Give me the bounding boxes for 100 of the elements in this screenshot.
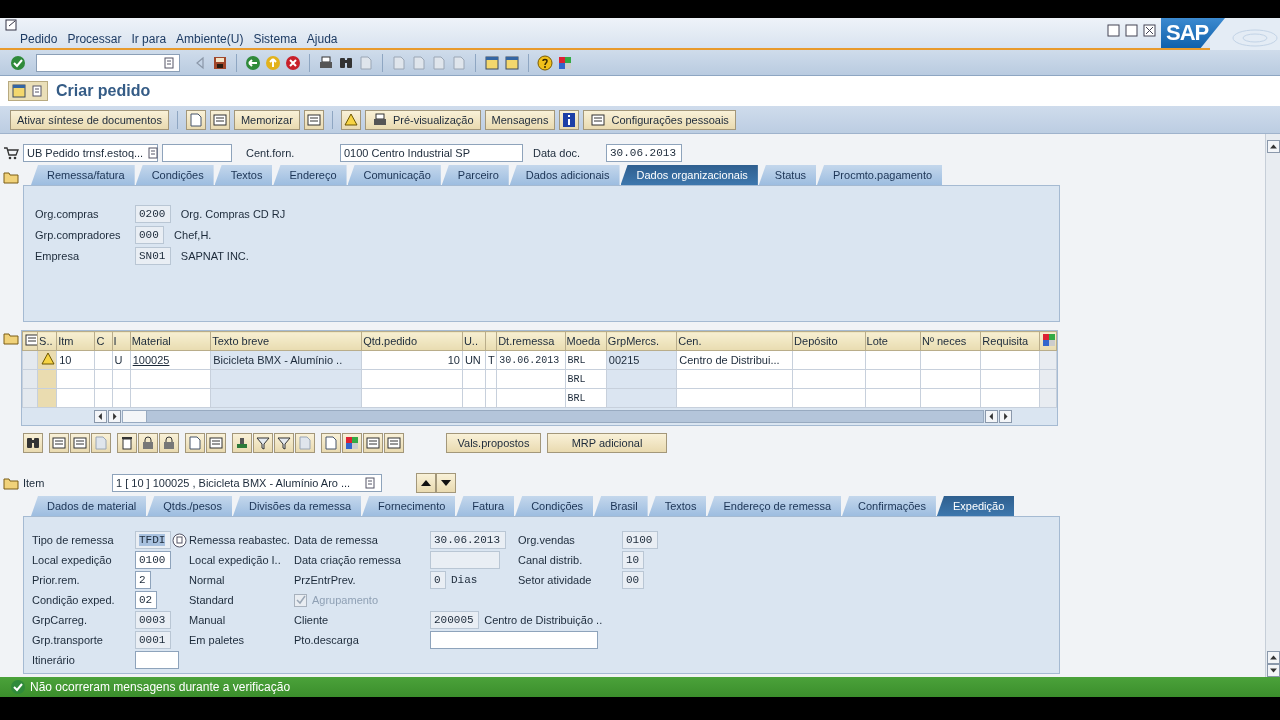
input-field[interactable]	[430, 631, 598, 649]
list-button[interactable]	[363, 433, 383, 453]
tab[interactable]: Endereço	[273, 165, 347, 185]
tab[interactable]: Dados de material	[31, 496, 147, 516]
toolbar-button[interactable]: Ativar síntese de documentos	[10, 109, 169, 130]
date-field[interactable]: 30.06.2013	[606, 144, 682, 162]
input-field[interactable]: 0100	[622, 531, 658, 549]
tab[interactable]: Divisões da remessa	[233, 496, 362, 516]
column-header[interactable]: U..	[462, 331, 486, 351]
toolbar-button[interactable]: Vals.propostos	[446, 433, 541, 453]
input-field[interactable]: 02	[135, 591, 158, 609]
input-field[interactable]: 10	[622, 551, 645, 569]
input-field[interactable]: TFDI	[135, 531, 171, 549]
column-header[interactable]: Depósito	[792, 331, 866, 351]
tab[interactable]: Dados adicionais	[509, 165, 620, 185]
column-header[interactable]: Itm	[56, 331, 95, 351]
page-button[interactable]	[295, 433, 315, 453]
menu-item[interactable]: Sistema	[248, 32, 302, 46]
lock-button[interactable]	[138, 433, 158, 453]
scroll-up-icon[interactable]	[1267, 651, 1280, 664]
tab[interactable]: Endereço de remessa	[707, 496, 842, 516]
info-button[interactable]	[559, 109, 580, 130]
input-field[interactable]: 0200	[135, 205, 171, 223]
palette-icon[interactable]	[557, 54, 573, 71]
print-icon[interactable]	[318, 54, 334, 71]
scroll-left-icon[interactable]	[94, 410, 107, 423]
input-field[interactable]	[430, 551, 500, 569]
toolbar-button[interactable]: Mensagens	[484, 109, 556, 130]
unlock-button[interactable]	[159, 433, 179, 453]
tab[interactable]: Expedição	[936, 496, 1015, 516]
delete-button[interactable]	[117, 433, 137, 453]
folder-icon[interactable]	[3, 475, 19, 491]
toolbar-button[interactable]: Pré-visualização	[364, 109, 481, 130]
window-icon[interactable]	[11, 83, 27, 99]
document-type-dropdown[interactable]: UB Pedido trnsf.estoq...	[23, 144, 158, 162]
document-number-field[interactable]	[162, 144, 232, 162]
folder-icon[interactable]	[3, 330, 19, 346]
input-field[interactable]: 2	[135, 571, 151, 589]
filter-button[interactable]	[274, 433, 294, 453]
scroll-up-icon[interactable]	[1267, 140, 1280, 153]
column-header[interactable]: Cen.	[676, 331, 793, 351]
input-field[interactable]: 0100	[135, 551, 171, 569]
toolbar-button[interactable]: Configurações pessoais	[583, 109, 736, 130]
tab[interactable]: Remessa/fatura	[31, 165, 135, 185]
input-field[interactable]: 200005	[430, 611, 480, 629]
input-field[interactable]: 0001	[135, 631, 171, 649]
scroll-left-icon[interactable]	[985, 410, 998, 423]
cart-icon[interactable]	[3, 145, 19, 161]
tab[interactable]: Condições	[515, 496, 594, 516]
table-settings-icon[interactable]	[1040, 332, 1056, 348]
menu-item[interactable]: Ajuda	[301, 32, 343, 46]
scroll-right-icon[interactable]	[999, 410, 1012, 423]
input-field[interactable]: 30.06.2013	[430, 531, 506, 549]
input-field[interactable]: 000	[135, 226, 165, 244]
menu-item[interactable]: Ir para	[126, 32, 172, 46]
document-icon[interactable]	[29, 83, 45, 99]
help-icon[interactable]	[537, 54, 553, 71]
minimize-icon[interactable]	[1106, 23, 1122, 39]
command-field[interactable]	[36, 53, 180, 72]
tab[interactable]: Status	[758, 165, 817, 185]
cancel-icon[interactable]	[285, 54, 301, 71]
column-header[interactable]: Lote	[865, 331, 921, 351]
tab[interactable]: Condições	[135, 165, 214, 185]
column-header[interactable]: GrpMercs.	[606, 331, 677, 351]
tab[interactable]: Textos	[648, 496, 707, 516]
material-link[interactable]: 100025	[132, 354, 170, 366]
column-header[interactable]: Moeda	[565, 331, 607, 351]
tab[interactable]: Textos	[214, 165, 273, 185]
tab[interactable]: Brasil	[594, 496, 648, 516]
details-button[interactable]	[49, 433, 69, 453]
next-item-button[interactable]	[436, 473, 456, 493]
input-field[interactable]: 00	[622, 571, 645, 589]
new-document-button[interactable]	[185, 109, 206, 130]
column-header[interactable]: Qtd.pedido	[361, 331, 463, 351]
column-header[interactable]: Nº neces	[920, 331, 981, 351]
document-button[interactable]	[321, 433, 341, 453]
dropdown-icon[interactable]	[161, 54, 177, 71]
close-icon[interactable]	[1142, 23, 1158, 39]
zoom-button[interactable]	[23, 433, 43, 453]
input-field[interactable]: SN01	[135, 247, 171, 265]
item-dropdown[interactable]: 1 [ 10 ] 100025 , Bicicleta BMX - Alumínio Aro ...	[112, 474, 382, 492]
menu-item[interactable]: Ambiente(U)	[171, 32, 249, 46]
scroll-thumb[interactable]	[123, 411, 147, 422]
window-menu-icon[interactable]	[5, 19, 19, 32]
input-field[interactable]	[135, 651, 179, 669]
tab[interactable]: Comunicação	[347, 165, 441, 185]
tab[interactable]: Dados organizacionais	[620, 165, 758, 185]
supplier-field[interactable]: 0100 Centro Industrial SP	[340, 144, 523, 162]
previous-item-button[interactable]	[416, 473, 436, 493]
back-icon[interactable]	[245, 54, 261, 71]
menu-item[interactable]: Processar	[62, 32, 127, 46]
stamp-button[interactable]	[232, 433, 252, 453]
tab[interactable]: Qtds./pesos	[147, 496, 232, 516]
tab[interactable]: Fornecimento	[362, 496, 456, 516]
filter-button[interactable]	[253, 433, 273, 453]
column-header[interactable]: Texto breve	[210, 331, 362, 351]
input-field[interactable]: 0003	[135, 611, 171, 629]
tab[interactable]: Fatura	[456, 496, 515, 516]
column-header[interactable]: Dt.remessa	[496, 331, 566, 351]
save-icon[interactable]	[212, 54, 228, 71]
